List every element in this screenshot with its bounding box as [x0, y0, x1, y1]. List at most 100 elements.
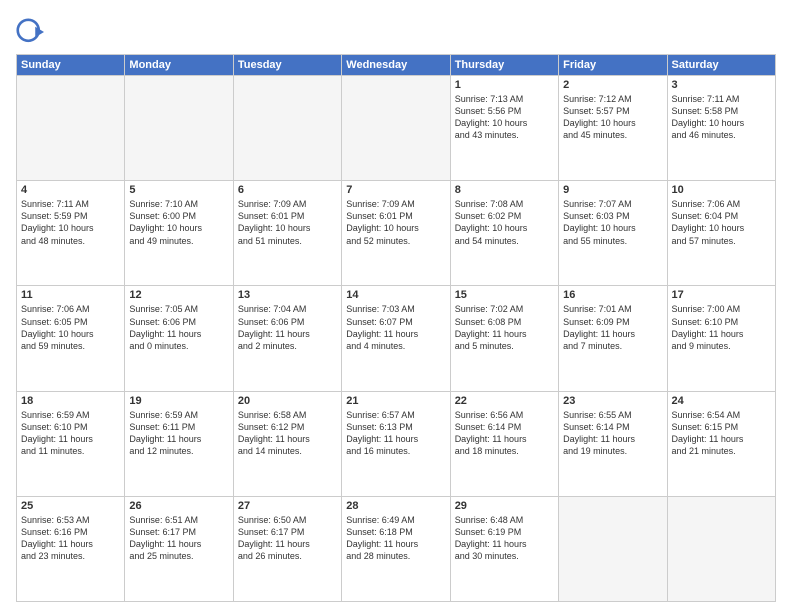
cell-content: Sunrise: 7:09 AM Sunset: 6:01 PM Dayligh… — [346, 198, 445, 247]
calendar-cell: 29 Sunrise: 6:48 AM Sunset: 6:19 PM Dayli… — [450, 496, 558, 601]
cell-content: Sunrise: 6:48 AM Sunset: 6:19 PM Dayligh… — [455, 514, 554, 563]
cell-content: Sunrise: 7:10 AM Sunset: 6:00 PM Dayligh… — [129, 198, 228, 247]
day-number: 25 — [21, 500, 120, 512]
calendar-cell: 12 Sunrise: 7:05 AM Sunset: 6:06 PM Dayli… — [125, 286, 233, 391]
day-number: 22 — [455, 395, 554, 407]
calendar-cell: 22 Sunrise: 6:56 AM Sunset: 6:14 PM Dayli… — [450, 391, 558, 496]
calendar-cell: 7 Sunrise: 7:09 AM Sunset: 6:01 PM Daylig… — [342, 181, 450, 286]
day-number: 15 — [455, 289, 554, 301]
calendar-cell: 8 Sunrise: 7:08 AM Sunset: 6:02 PM Daylig… — [450, 181, 558, 286]
calendar-cell: 3 Sunrise: 7:11 AM Sunset: 5:58 PM Daylig… — [667, 76, 775, 181]
cell-content: Sunrise: 6:55 AM Sunset: 6:14 PM Dayligh… — [563, 409, 662, 458]
calendar-cell: 1 Sunrise: 7:13 AM Sunset: 5:56 PM Daylig… — [450, 76, 558, 181]
day-number: 27 — [238, 500, 337, 512]
cell-content: Sunrise: 7:08 AM Sunset: 6:02 PM Dayligh… — [455, 198, 554, 247]
cell-content: Sunrise: 6:50 AM Sunset: 6:17 PM Dayligh… — [238, 514, 337, 563]
cell-content: Sunrise: 7:02 AM Sunset: 6:08 PM Dayligh… — [455, 303, 554, 352]
cell-content: Sunrise: 7:07 AM Sunset: 6:03 PM Dayligh… — [563, 198, 662, 247]
day-number: 11 — [21, 289, 120, 301]
calendar-cell: 16 Sunrise: 7:01 AM Sunset: 6:09 PM Dayli… — [559, 286, 667, 391]
calendar-cell: 20 Sunrise: 6:58 AM Sunset: 6:12 PM Dayli… — [233, 391, 341, 496]
calendar-cell: 26Sunrise: 6:51 AM Sunset: 6:17 PM Dayli… — [125, 496, 233, 601]
day-header-friday: Friday — [559, 55, 667, 76]
calendar-cell: 23 Sunrise: 6:55 AM Sunset: 6:14 PM Dayli… — [559, 391, 667, 496]
calendar-cell: 27 Sunrise: 6:50 AM Sunset: 6:17 PM Dayli… — [233, 496, 341, 601]
calendar-week-3: 11 Sunrise: 7:06 AM Sunset: 6:05 PM Dayli… — [17, 286, 776, 391]
day-number: 19 — [129, 395, 228, 407]
calendar-cell: 18 Sunrise: 6:59 AM Sunset: 6:10 PM Dayli… — [17, 391, 125, 496]
cell-content: Sunrise: 7:03 AM Sunset: 6:07 PM Dayligh… — [346, 303, 445, 352]
calendar-cell: 14 Sunrise: 7:03 AM Sunset: 6:07 PM Dayli… — [342, 286, 450, 391]
calendar-week-2: 4 Sunrise: 7:11 AM Sunset: 5:59 PM Daylig… — [17, 181, 776, 286]
day-header-tuesday: Tuesday — [233, 55, 341, 76]
day-number: 21 — [346, 395, 445, 407]
day-number: 17 — [672, 289, 771, 301]
day-number: 18 — [21, 395, 120, 407]
calendar-cell: 9 Sunrise: 7:07 AM Sunset: 6:03 PM Daylig… — [559, 181, 667, 286]
day-number: 24 — [672, 395, 771, 407]
day-number: 8 — [455, 184, 554, 196]
day-number: 12 — [129, 289, 228, 301]
calendar-table: SundayMondayTuesdayWednesdayThursdayFrid… — [16, 54, 776, 602]
calendar-cell — [667, 496, 775, 601]
calendar-week-4: 18 Sunrise: 6:59 AM Sunset: 6:10 PM Dayli… — [17, 391, 776, 496]
cell-content: Sunrise: 7:06 AM Sunset: 6:04 PM Dayligh… — [672, 198, 771, 247]
day-number: 20 — [238, 395, 337, 407]
day-number: 23 — [563, 395, 662, 407]
cell-content: Sunrise: 6:51 AM Sunset: 6:17 PM Dayligh… — [129, 514, 228, 563]
cell-content: Sunrise: 6:49 AM Sunset: 6:18 PM Dayligh… — [346, 514, 445, 563]
logo-icon — [16, 18, 44, 46]
logo — [16, 18, 48, 46]
calendar-cell: 25 Sunrise: 6:53 AM Sunset: 6:16 PM Dayli… — [17, 496, 125, 601]
cell-content: Sunrise: 7:04 AM Sunset: 6:06 PM Dayligh… — [238, 303, 337, 352]
calendar-cell: 2 Sunrise: 7:12 AM Sunset: 5:57 PM Daylig… — [559, 76, 667, 181]
calendar-week-5: 25 Sunrise: 6:53 AM Sunset: 6:16 PM Dayli… — [17, 496, 776, 601]
cell-content: Sunrise: 6:53 AM Sunset: 6:16 PM Dayligh… — [21, 514, 120, 563]
calendar-cell — [233, 76, 341, 181]
cell-content: Sunrise: 6:54 AM Sunset: 6:15 PM Dayligh… — [672, 409, 771, 458]
day-number: 9 — [563, 184, 662, 196]
cell-content: Sunrise: 7:05 AM Sunset: 6:06 PM Dayligh… — [129, 303, 228, 352]
cell-content: Sunrise: 7:11 AM Sunset: 5:58 PM Dayligh… — [672, 93, 771, 142]
calendar-cell: 21Sunrise: 6:57 AM Sunset: 6:13 PM Dayli… — [342, 391, 450, 496]
day-number: 14 — [346, 289, 445, 301]
cell-content: Sunrise: 7:01 AM Sunset: 6:09 PM Dayligh… — [563, 303, 662, 352]
calendar-cell: 10 Sunrise: 7:06 AM Sunset: 6:04 PM Dayli… — [667, 181, 775, 286]
calendar-body: 1 Sunrise: 7:13 AM Sunset: 5:56 PM Daylig… — [17, 76, 776, 602]
day-header-sunday: Sunday — [17, 55, 125, 76]
calendar-cell: 13 Sunrise: 7:04 AM Sunset: 6:06 PM Dayli… — [233, 286, 341, 391]
calendar-header: SundayMondayTuesdayWednesdayThursdayFrid… — [17, 55, 776, 76]
cell-content: Sunrise: 7:11 AM Sunset: 5:59 PM Dayligh… — [21, 198, 120, 247]
cell-content: Sunrise: 6:59 AM Sunset: 6:11 PM Dayligh… — [129, 409, 228, 458]
day-number: 16 — [563, 289, 662, 301]
day-number: 3 — [672, 79, 771, 91]
cell-content: Sunrise: 7:09 AM Sunset: 6:01 PM Dayligh… — [238, 198, 337, 247]
calendar-cell: 19 Sunrise: 6:59 AM Sunset: 6:11 PM Dayli… — [125, 391, 233, 496]
cell-content: Sunrise: 7:12 AM Sunset: 5:57 PM Dayligh… — [563, 93, 662, 142]
day-number: 5 — [129, 184, 228, 196]
day-number: 1 — [455, 79, 554, 91]
page: SundayMondayTuesdayWednesdayThursdayFrid… — [0, 0, 792, 612]
header — [16, 14, 776, 46]
cell-content: Sunrise: 7:13 AM Sunset: 5:56 PM Dayligh… — [455, 93, 554, 142]
day-number: 6 — [238, 184, 337, 196]
day-number: 10 — [672, 184, 771, 196]
day-number: 4 — [21, 184, 120, 196]
cell-content: Sunrise: 6:59 AM Sunset: 6:10 PM Dayligh… — [21, 409, 120, 458]
day-number: 2 — [563, 79, 662, 91]
day-header-thursday: Thursday — [450, 55, 558, 76]
calendar-cell: 6 Sunrise: 7:09 AM Sunset: 6:01 PM Daylig… — [233, 181, 341, 286]
calendar-cell — [342, 76, 450, 181]
day-number: 29 — [455, 500, 554, 512]
calendar-cell: 28Sunrise: 6:49 AM Sunset: 6:18 PM Dayli… — [342, 496, 450, 601]
cell-content: Sunrise: 7:06 AM Sunset: 6:05 PM Dayligh… — [21, 303, 120, 352]
calendar-cell — [559, 496, 667, 601]
day-number: 7 — [346, 184, 445, 196]
calendar-week-1: 1 Sunrise: 7:13 AM Sunset: 5:56 PM Daylig… — [17, 76, 776, 181]
day-number: 13 — [238, 289, 337, 301]
cell-content: Sunrise: 6:56 AM Sunset: 6:14 PM Dayligh… — [455, 409, 554, 458]
cell-content: Sunrise: 6:58 AM Sunset: 6:12 PM Dayligh… — [238, 409, 337, 458]
day-header-saturday: Saturday — [667, 55, 775, 76]
calendar-cell: 17Sunrise: 7:00 AM Sunset: 6:10 PM Dayli… — [667, 286, 775, 391]
calendar-cell — [17, 76, 125, 181]
